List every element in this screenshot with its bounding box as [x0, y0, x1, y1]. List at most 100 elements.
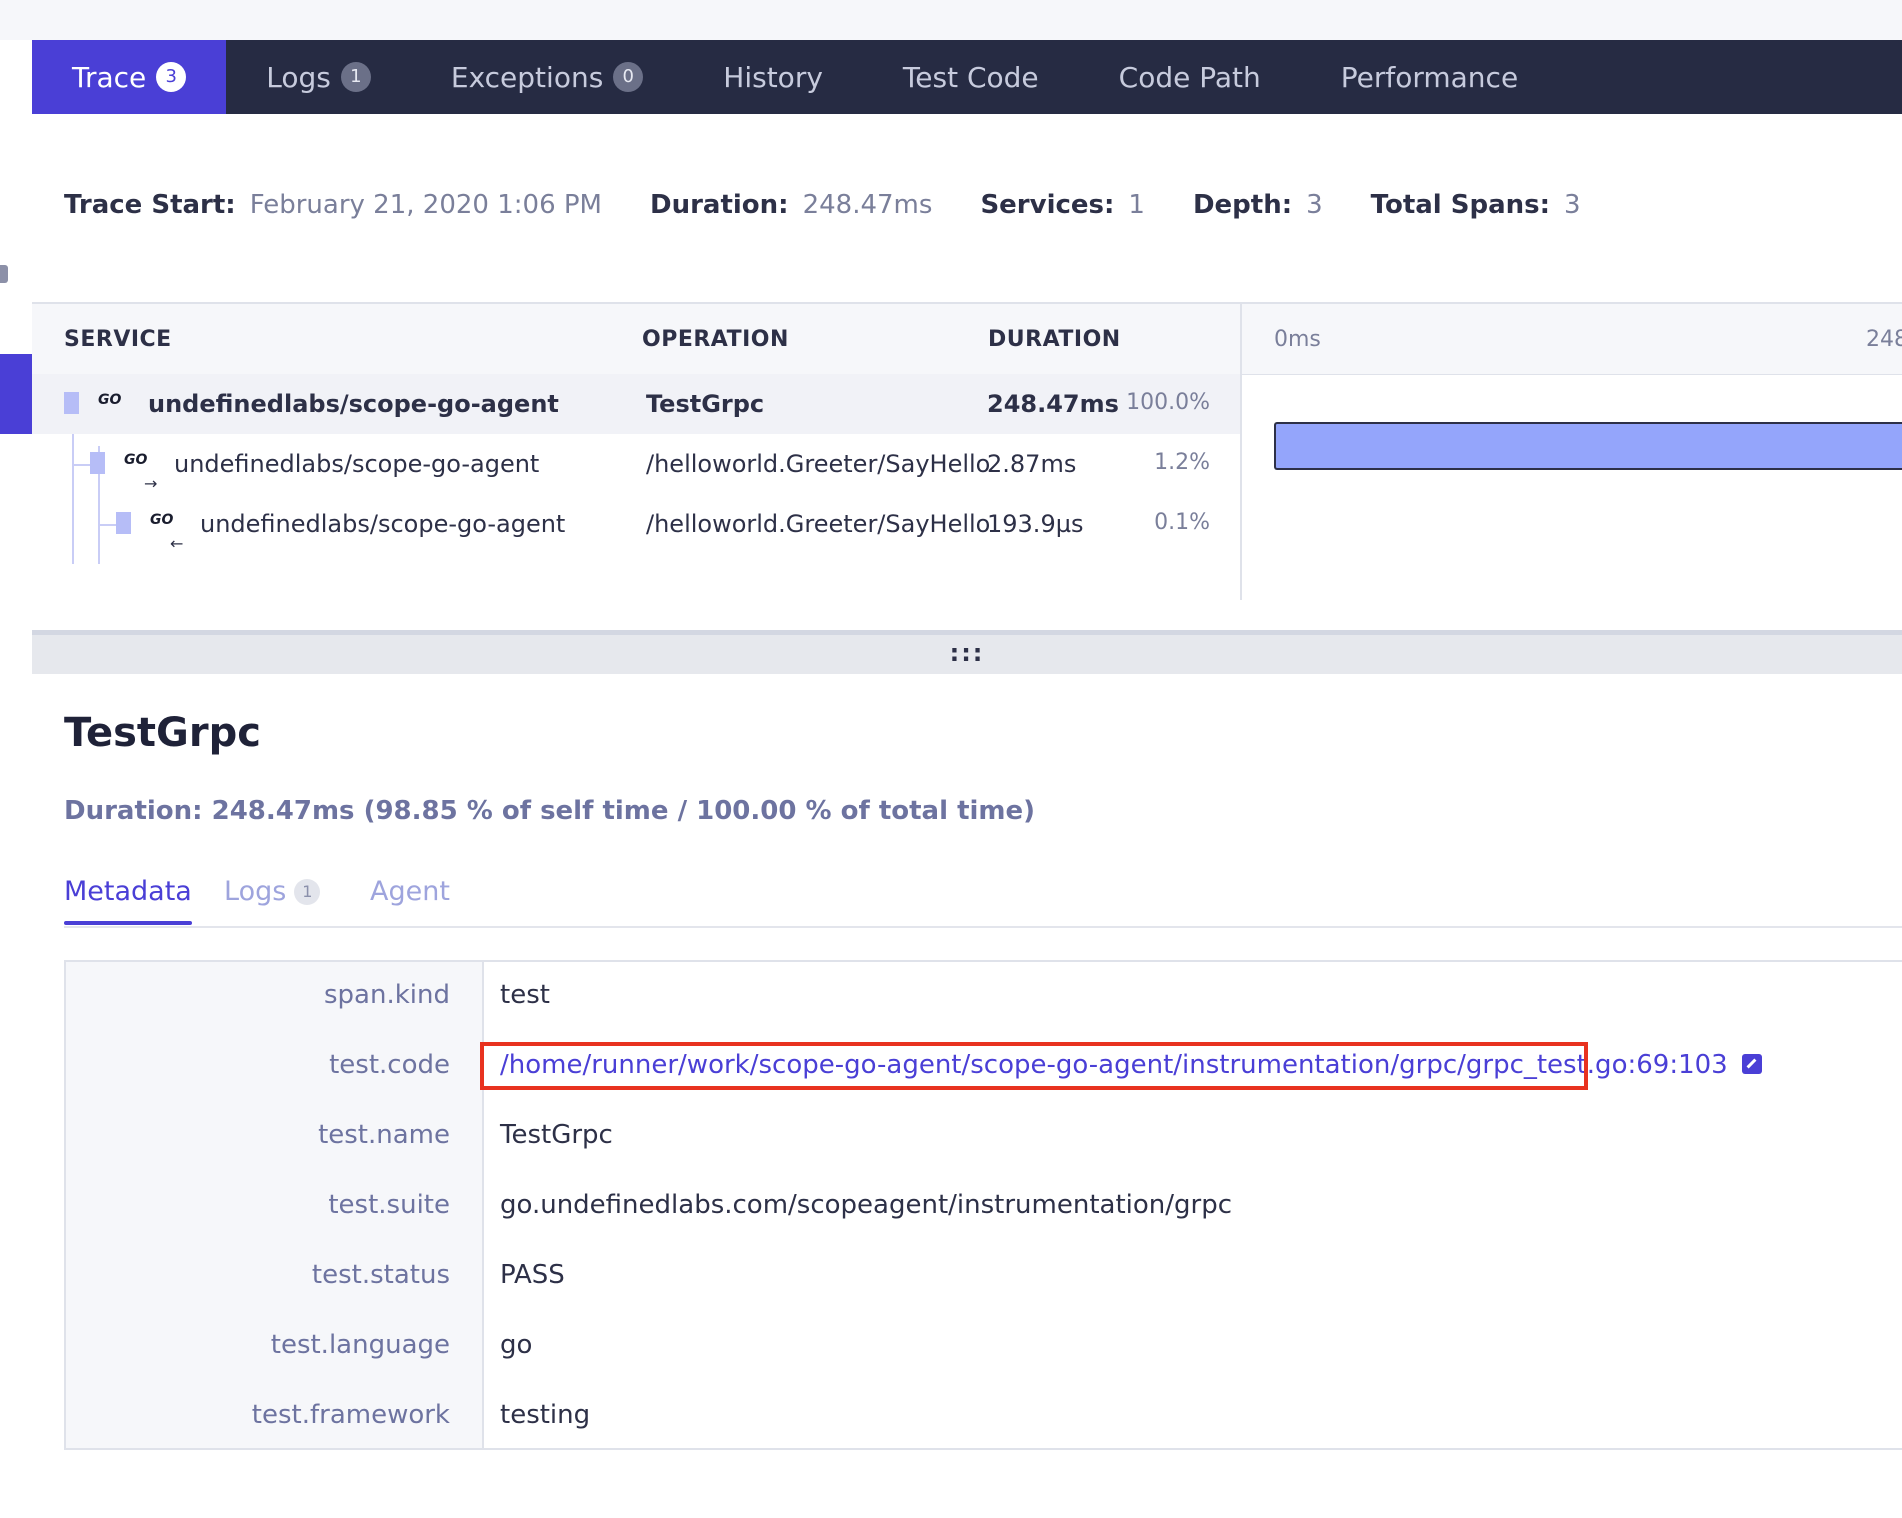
metadata-key: test.status [311, 1260, 450, 1290]
tab-label: Trace [72, 60, 147, 94]
external-link-icon[interactable] [1741, 1054, 1762, 1074]
column-header-duration[interactable]: DURATION [988, 327, 1121, 352]
metadata-row: test.suite go.undefinedlabs.com/scopeage… [66, 1172, 1902, 1242]
summary-value: 3 [1306, 190, 1323, 220]
metadata-value: testing [500, 1400, 591, 1430]
span-row[interactable]: GO undefinedlabs/scope-go-agent TestGrpc… [32, 374, 1240, 434]
go-language-icon: GO [98, 392, 122, 408]
span-color-marker [116, 512, 131, 534]
metadata-table: span.kind test test.code /home/runner/wo… [64, 960, 1902, 1450]
span-row[interactable]: GO ← undefinedlabs/scope-go-agent /hello… [32, 494, 1240, 554]
timeline-start-label: 0ms [1274, 327, 1321, 352]
highlight-box [480, 1042, 1588, 1090]
summary-value: 1 [1128, 190, 1145, 220]
tab-label: Logs [266, 60, 331, 94]
tab-count-badge: 0 [613, 62, 644, 92]
go-language-icon: GO [150, 512, 174, 528]
metadata-key: test.name [318, 1120, 450, 1150]
summary-value: 3 [1564, 190, 1581, 220]
metadata-key: span.kind [324, 980, 450, 1010]
span-service: undefinedlabs/scope-go-agent [174, 450, 540, 478]
subtab-label: Logs [224, 876, 287, 907]
detail-subtabs: Metadata Logs 1 Agent [64, 866, 1902, 928]
tab-test-code[interactable]: Test Code [863, 40, 1079, 114]
metadata-value: PASS [500, 1260, 565, 1290]
tab-logs[interactable]: Logs 1 [226, 40, 411, 114]
span-duration: 193.9µs [987, 510, 1084, 538]
metadata-row: test.framework testing [66, 1382, 1902, 1452]
metadata-value: go [500, 1330, 533, 1360]
tab-trace[interactable]: Trace 3 [32, 40, 227, 114]
span-percent: 0.1% [1154, 510, 1210, 535]
active-tab-underline [64, 921, 192, 925]
summary-label: Trace Start: [64, 190, 236, 220]
left-rail-active-item[interactable] [0, 354, 32, 434]
tab-label: Test Code [902, 60, 1039, 94]
span-color-marker [90, 452, 105, 474]
column-header-service[interactable]: SERVICE [64, 327, 172, 352]
pane-splitter-handle[interactable]: ::: [32, 630, 1902, 674]
tab-count-badge: 3 [156, 62, 187, 92]
left-rail-marker[interactable] [0, 265, 8, 283]
left-rail [0, 40, 33, 1518]
span-service: undefinedlabs/scope-go-agent [200, 510, 566, 538]
summary-trace-start: Trace Start: February 21, 2020 1:06 PM [64, 190, 602, 220]
summary-label: Services: [980, 190, 1115, 220]
metadata-key: test.language [270, 1330, 450, 1360]
tab-history[interactable]: History [683, 40, 863, 114]
summary-services: Services: 1 [980, 190, 1145, 220]
subtab-count-badge: 1 [294, 879, 321, 905]
metadata-value: TestGrpc [500, 1120, 613, 1150]
metadata-key: test.code [329, 1050, 450, 1080]
drag-grip-icon: ::: [949, 639, 985, 667]
span-row[interactable]: GO → undefinedlabs/scope-go-agent /hello… [32, 434, 1240, 494]
timeline-end-label: 248 [1866, 327, 1902, 352]
tab-code-path[interactable]: Code Path [1079, 40, 1301, 114]
span-operation: TestGrpc [646, 390, 765, 418]
tab-label: Code Path [1118, 60, 1261, 94]
tab-exceptions[interactable]: Exceptions 0 [411, 40, 683, 114]
timeline-divider[interactable] [1240, 304, 1242, 600]
metadata-value: test [500, 980, 550, 1010]
metadata-row: span.kind test [66, 962, 1902, 1032]
metadata-key: test.suite [328, 1190, 450, 1220]
tab-bar: Trace 3 Logs 1 Exceptions 0 History Test… [32, 40, 1902, 114]
summary-duration: Duration: 248.47ms [650, 190, 932, 220]
arrow-right-icon: → [144, 474, 158, 493]
summary-label: Duration: [650, 190, 789, 220]
span-operation: /helloworld.Greeter/SayHello [646, 510, 991, 538]
subtab-label: Agent [370, 876, 450, 907]
subtab-logs[interactable]: Logs 1 [224, 876, 321, 907]
summary-label: Total Spans: [1370, 190, 1551, 220]
span-percent: 1.2% [1154, 450, 1210, 475]
summary-total-spans: Total Spans: 3 [1371, 190, 1581, 220]
tab-label: Performance [1340, 60, 1519, 94]
column-header-operation[interactable]: OPERATION [642, 327, 789, 352]
span-duration: 2.87ms [987, 450, 1077, 478]
subtab-metadata[interactable]: Metadata [64, 876, 192, 925]
tab-label: History [723, 60, 823, 94]
tab-performance[interactable]: Performance [1301, 40, 1558, 114]
go-language-icon: GO [124, 452, 148, 468]
metadata-key: test.framework [251, 1400, 450, 1430]
spans-table-header: SERVICE OPERATION DURATION 0ms 248 [32, 304, 1902, 375]
metadata-row: test.language go [66, 1312, 1902, 1382]
subtab-agent[interactable]: Agent [370, 876, 450, 907]
span-duration: 248.47ms [987, 390, 1119, 418]
subtab-label: Metadata [64, 876, 192, 907]
metadata-value: go.undefinedlabs.com/scopeagent/instrume… [500, 1190, 1232, 1220]
summary-value: 248.47ms [802, 190, 933, 220]
timeline-span-bar[interactable] [1274, 422, 1902, 470]
summary-value: February 21, 2020 1:06 PM [249, 190, 602, 220]
tab-count-badge: 1 [340, 62, 371, 92]
top-strip [0, 0, 1902, 41]
metadata-row: test.status PASS [66, 1242, 1902, 1312]
tab-label: Exceptions [450, 60, 604, 94]
main-content: Trace 3 Logs 1 Exceptions 0 History Test… [32, 40, 1902, 1518]
metadata-row: test.name TestGrpc [66, 1102, 1902, 1172]
span-service: undefinedlabs/scope-go-agent [148, 390, 559, 418]
arrow-left-icon: ← [170, 534, 184, 553]
span-color-marker [64, 392, 79, 414]
span-detail-duration: Duration: 248.47ms (98.85 % of self time… [64, 796, 1036, 826]
summary-depth: Depth: 3 [1193, 190, 1323, 220]
